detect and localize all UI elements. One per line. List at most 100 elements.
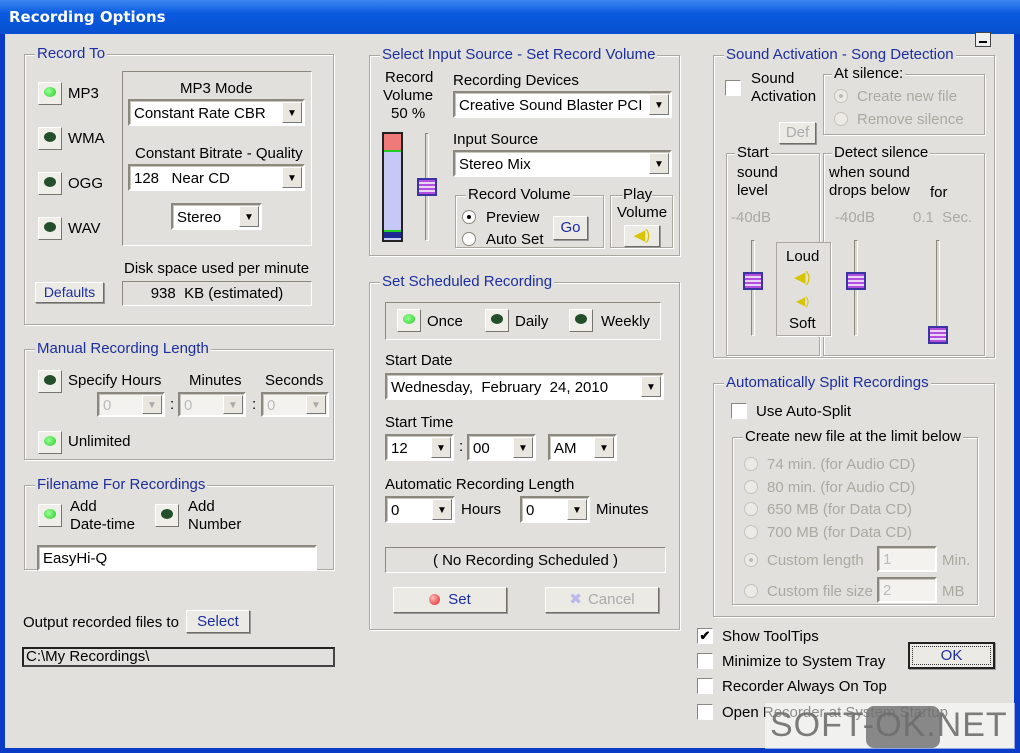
minimize-icon[interactable] <box>975 32 991 47</box>
chevron-down-icon[interactable]: ▼ <box>282 102 302 123</box>
start-hour-select[interactable]: 12 ▼ <box>385 434 454 461</box>
filename-input[interactable]: EasyHi-Q <box>37 545 317 571</box>
daily-led-button[interactable] <box>485 309 509 332</box>
soft-speaker-icon: ◀) <box>796 294 810 308</box>
start-date-value: Wednesday, February 24, 2010 <box>391 379 609 396</box>
custom-length-input[interactable]: 1 <box>877 546 937 572</box>
play-volume-button[interactable]: ◀) <box>624 225 660 247</box>
silence-duration-slider-track[interactable] <box>936 240 940 340</box>
once-label: Once <box>427 313 463 330</box>
chevron-down-icon[interactable]: ▼ <box>649 153 669 174</box>
sound-activation-label2: Activation <box>751 88 817 105</box>
split-custom-size-radio[interactable] <box>744 584 758 598</box>
hours-select[interactable]: 0 ▼ <box>97 392 165 417</box>
channels-select[interactable]: Stereo ▼ <box>171 203 262 230</box>
cancel-button[interactable]: ✖ Cancel <box>545 587 659 613</box>
record-volume-percent: 50 % <box>391 105 426 122</box>
chevron-down-icon[interactable]: ▼ <box>513 437 533 458</box>
auto-minutes-select[interactable]: 0 ▼ <box>520 496 590 523</box>
soft-label: Soft <box>789 315 816 332</box>
start-level-slider-thumb[interactable] <box>743 272 763 290</box>
chevron-down-icon[interactable]: ▼ <box>594 437 614 458</box>
always-on-top-checkbox[interactable] <box>697 678 713 694</box>
level-meter <box>382 132 403 242</box>
record-volume-slider-thumb[interactable] <box>417 178 437 196</box>
go-button[interactable]: Go <box>553 216 588 240</box>
start-date-picker[interactable]: Wednesday, February 24, 2010 ▼ <box>385 373 664 400</box>
split-option-label: Custom file size <box>767 583 873 600</box>
filename-value: EasyHi-Q <box>43 550 108 567</box>
chevron-down-icon[interactable]: ▼ <box>282 167 302 188</box>
recording-device-select[interactable]: Creative Sound Blaster PCI ▼ <box>453 91 672 118</box>
hours-label: Hours <box>461 501 502 518</box>
weekly-label: Weekly <box>601 313 650 330</box>
sound-activation-legend: Sound Activation - Song Detection <box>724 46 956 63</box>
minutes-select[interactable]: 0 ▼ <box>178 392 246 417</box>
filename-legend: Filename For Recordings <box>35 476 208 493</box>
detect-level-slider-thumb[interactable] <box>846 272 866 290</box>
chevron-down-icon[interactable]: ▼ <box>431 437 451 458</box>
input-source-select[interactable]: Stereo Mix ▼ <box>453 150 672 177</box>
split-74min-radio[interactable] <box>744 457 758 471</box>
record-dot-icon <box>429 594 441 605</box>
weekly-led-button[interactable] <box>569 309 593 332</box>
preview-radio[interactable] <box>462 210 476 224</box>
set-button[interactable]: Set <box>393 587 507 613</box>
ampm-select[interactable]: AM ▼ <box>548 434 617 461</box>
use-auto-split-checkbox[interactable] <box>731 403 747 419</box>
mp3-mode-value: Constant Rate CBR <box>134 105 266 122</box>
split-700mb-radio[interactable] <box>744 525 758 539</box>
def-button[interactable]: Def <box>779 122 816 144</box>
autoset-radio[interactable] <box>462 232 476 246</box>
specify-led-button[interactable] <box>38 370 62 393</box>
minutes-label: Minutes <box>596 501 649 518</box>
select-folder-button[interactable]: Select <box>186 610 250 633</box>
seconds-label: Seconds <box>265 372 324 389</box>
add-datetime-led-button[interactable] <box>38 504 62 527</box>
chevron-down-icon[interactable]: ▼ <box>142 395 162 414</box>
split-80min-radio[interactable] <box>744 480 758 494</box>
ogg-led-button[interactable] <box>38 172 62 195</box>
wma-led-button[interactable] <box>38 127 62 150</box>
ok-button[interactable]: OK <box>908 642 995 669</box>
auto-hours-select[interactable]: 0 ▼ <box>385 496 455 523</box>
mp3-led-button[interactable] <box>38 82 62 105</box>
chevron-down-icon[interactable]: ▼ <box>432 499 452 520</box>
minimize-tray-checkbox[interactable] <box>697 653 713 669</box>
show-tooltips-checkbox[interactable]: ✔ <box>697 628 713 644</box>
bitrate-select[interactable]: 128 Near CD ▼ <box>128 164 305 191</box>
split-option-label: 74 min. (for Audio CD) <box>767 456 916 473</box>
chevron-down-icon[interactable]: ▼ <box>649 94 669 115</box>
chevron-down-icon[interactable]: ▼ <box>641 376 661 397</box>
chevron-down-icon[interactable]: ▼ <box>223 395 243 414</box>
start-minute-select[interactable]: 00 ▼ <box>467 434 536 461</box>
chevron-down-icon[interactable]: ▼ <box>306 395 326 414</box>
wav-led-button[interactable] <box>38 217 62 240</box>
sound-activation-checkbox[interactable] <box>725 80 741 96</box>
split-650mb-radio[interactable] <box>744 502 758 516</box>
mp3-label: MP3 <box>68 85 99 102</box>
split-custom-length-radio[interactable] <box>744 553 758 567</box>
unlimited-led-button[interactable] <box>38 431 62 454</box>
record-volume-label2: Volume <box>383 87 434 104</box>
channels-value: Stereo <box>177 209 222 226</box>
input-source-label: Input Source <box>453 131 539 148</box>
always-on-top-label: Recorder Always On Top <box>722 678 887 695</box>
chevron-down-icon[interactable]: ▼ <box>567 499 587 520</box>
custom-size-input[interactable]: 2 <box>877 577 937 603</box>
cancel-label: Cancel <box>587 591 635 608</box>
chevron-down-icon[interactable]: ▼ <box>239 206 259 227</box>
mp3-mode-select[interactable]: Constant Rate CBR ▼ <box>128 99 305 126</box>
silence-duration-slider-thumb[interactable] <box>928 326 948 344</box>
recording-devices-label: Recording Devices <box>453 72 579 89</box>
cancel-x-icon: ✖ <box>569 591 582 608</box>
startup-checkbox[interactable] <box>697 704 713 720</box>
add-number-led-button[interactable] <box>155 504 179 527</box>
once-led-button[interactable] <box>397 309 421 332</box>
for-label: for <box>930 184 948 201</box>
add-datetime-label2: Date-time <box>70 516 136 533</box>
create-new-file-radio[interactable] <box>834 89 848 103</box>
defaults-button[interactable]: Defaults <box>35 282 104 303</box>
remove-silence-radio[interactable] <box>834 112 848 126</box>
seconds-select[interactable]: 0 ▼ <box>261 392 329 417</box>
